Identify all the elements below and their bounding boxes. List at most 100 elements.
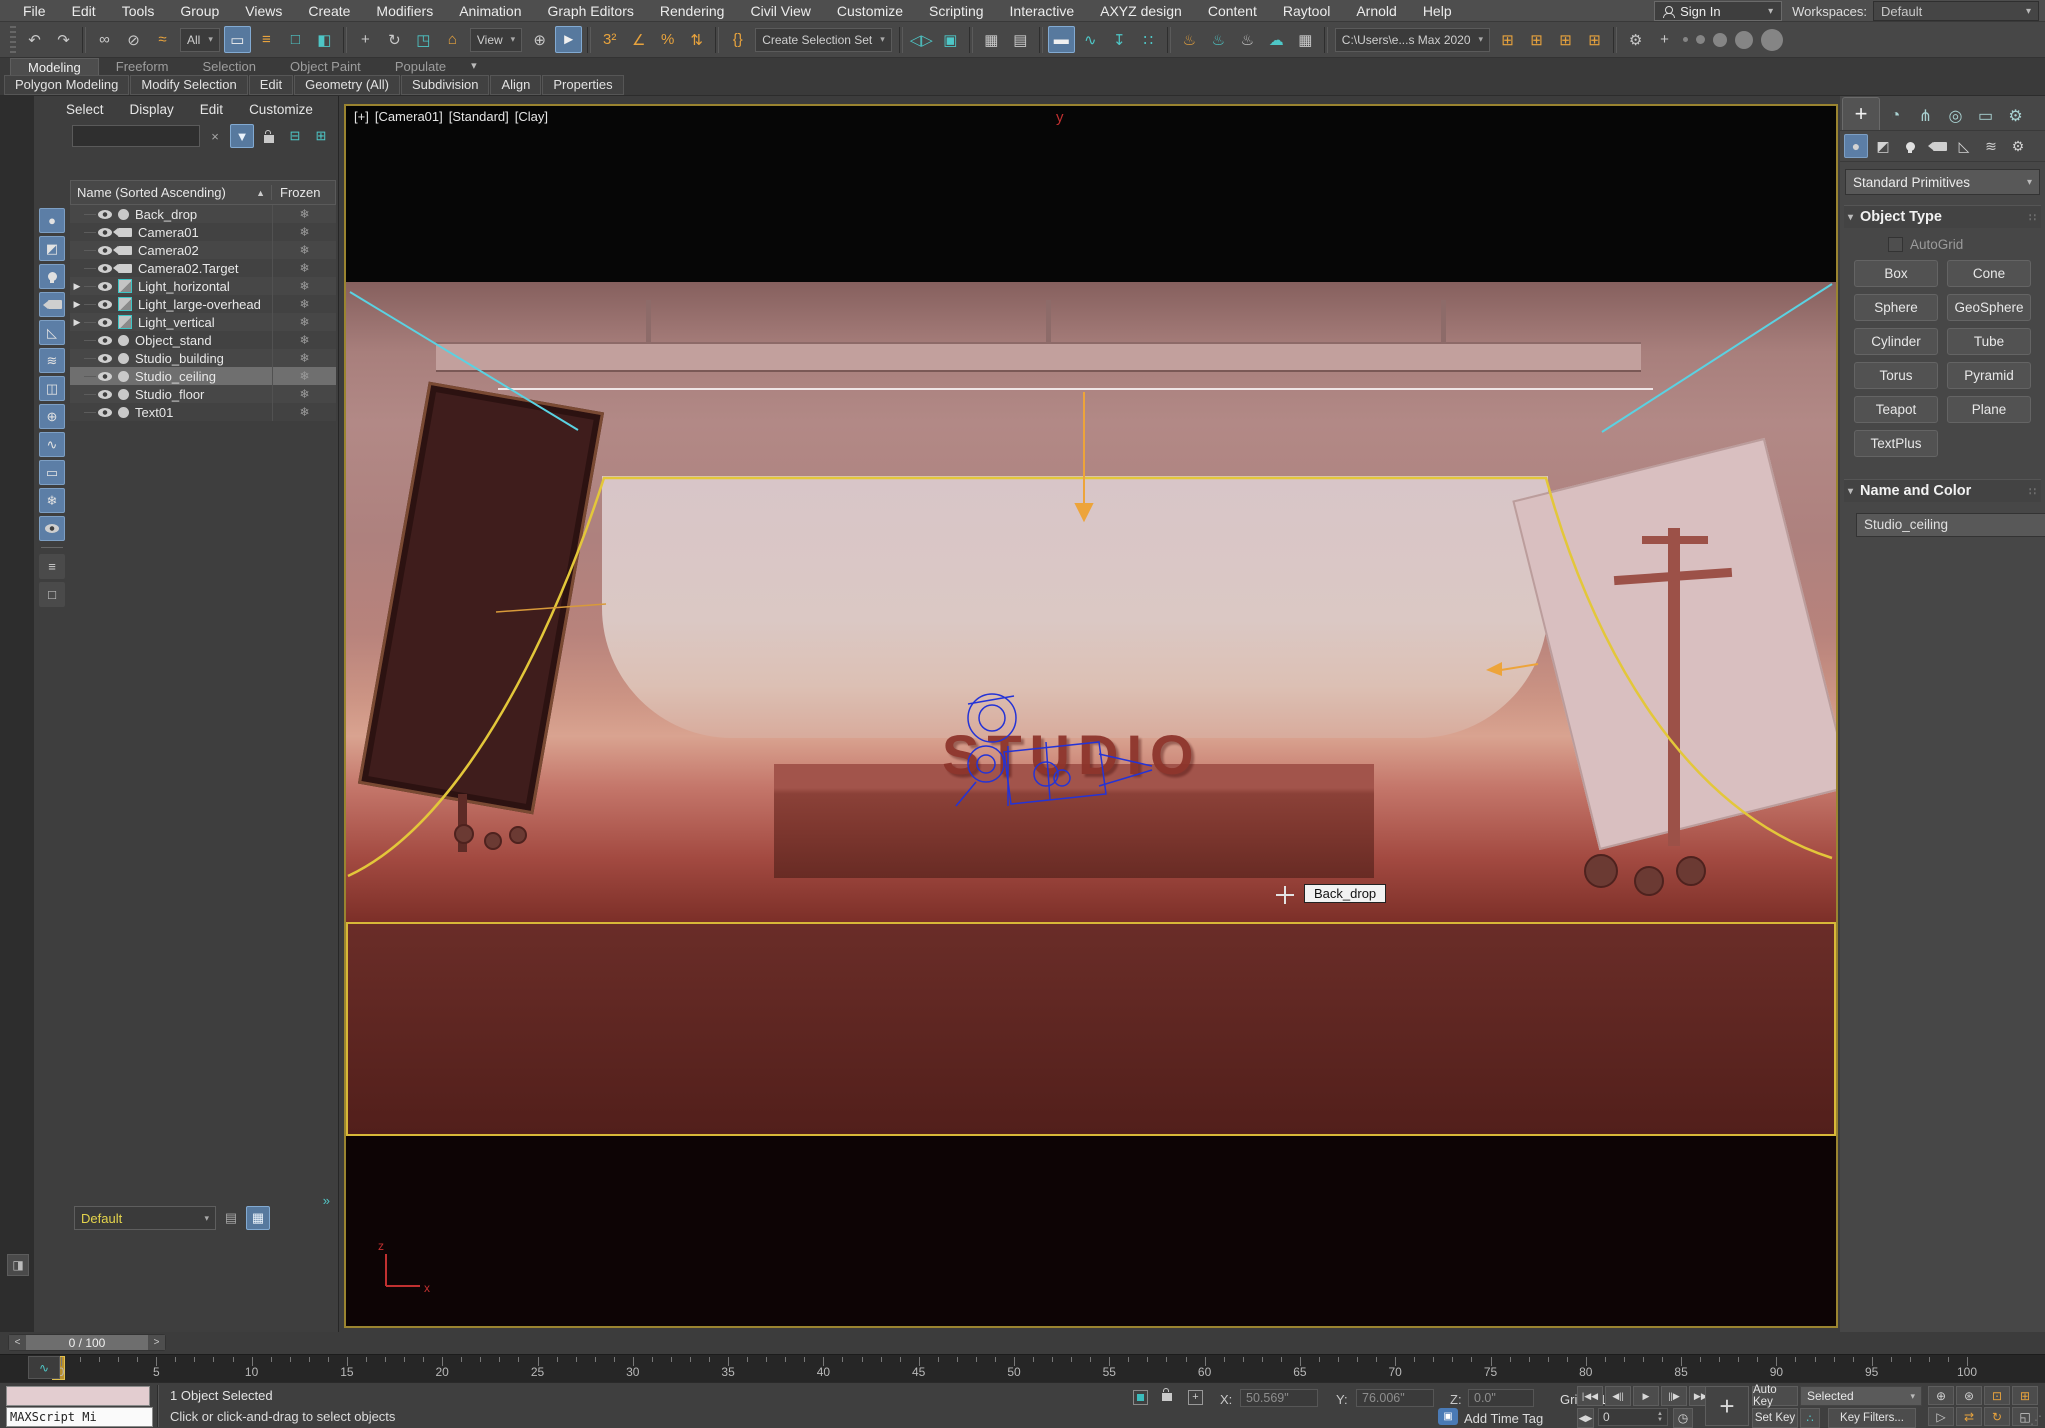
tab-utilities[interactable]: ⚙ (2001, 102, 2030, 130)
expand-arrow-icon[interactable]: ▶ (70, 299, 84, 310)
set-keys-button[interactable]: + (1705, 1386, 1749, 1426)
filter-toggle-button[interactable]: ▼ (230, 124, 254, 148)
key-filter-icon[interactable]: ∴ (1800, 1408, 1820, 1428)
brush-preset-3-icon[interactable] (1713, 33, 1727, 47)
align-icon[interactable]: ▣ (937, 26, 964, 53)
menu-create[interactable]: Create (295, 0, 363, 22)
menu-scripting[interactable]: Scripting (916, 0, 996, 22)
toolbar-drag-handle[interactable] (10, 26, 16, 54)
select-and-scale-icon[interactable]: ◳ (410, 26, 437, 53)
visibility-eye-icon[interactable] (98, 390, 112, 399)
mirror-icon[interactable]: ◁▷ (908, 26, 935, 53)
use-pivot-point-center-icon[interactable]: ⊕ (526, 26, 553, 53)
display-hidden-icon[interactable] (39, 516, 65, 541)
pan-view-icon[interactable]: ⇄ (1956, 1407, 1982, 1426)
ribbon-tab-populate[interactable]: Populate (378, 58, 463, 75)
display-containers-icon[interactable]: ▭ (39, 460, 65, 485)
unlink-selection-icon[interactable]: ⊘ (120, 26, 147, 53)
display-shapes-icon[interactable]: ◩ (39, 236, 65, 261)
mini-curve-editor-button[interactable]: ∿ (28, 1356, 60, 1379)
y-coord-field[interactable]: 76.006" (1356, 1389, 1434, 1407)
object-row-camera01[interactable]: Camera01❄ (70, 223, 336, 241)
macro-script-1-icon[interactable]: ⊞ (1494, 26, 1521, 53)
visibility-eye-icon[interactable] (98, 210, 112, 219)
menu-content[interactable]: Content (1195, 0, 1270, 22)
macro-script-3-icon[interactable]: ⊞ (1552, 26, 1579, 53)
frozen-toggle-icon[interactable]: ❄ (272, 385, 336, 403)
category-geometry-icon[interactable]: ● (1844, 134, 1868, 158)
object-row-studio_ceiling[interactable]: Studio_ceiling❄ (70, 367, 336, 385)
spinner-snap-toggle-icon[interactable]: ⇅ (683, 26, 710, 53)
display-helpers-icon[interactable]: ◺ (39, 320, 65, 345)
explorer-menu-edit[interactable]: Edit (188, 102, 235, 117)
auto-key-button[interactable]: Auto Key (1752, 1386, 1798, 1406)
toggle-ribbon-icon[interactable]: ▬ (1048, 26, 1075, 53)
viewport-menu-3[interactable]: [Clay] (515, 109, 548, 124)
toggle-layer-explorer-icon[interactable]: ▤ (1007, 26, 1034, 53)
geosphere-button[interactable]: GeoSphere (1947, 294, 2031, 321)
ribbon-button-polygon-modeling[interactable]: Polygon Modeling (4, 75, 129, 95)
expand-arrow-icon[interactable]: ▶ (70, 281, 84, 292)
brush-preset-4-icon[interactable] (1735, 31, 1753, 49)
select-by-name-icon[interactable]: ≡ (253, 26, 280, 53)
visibility-eye-icon[interactable] (98, 408, 112, 417)
current-frame-spinner[interactable]: 0 (1598, 1408, 1668, 1426)
frozen-toggle-icon[interactable]: ❄ (272, 403, 336, 421)
macro-script-4-icon[interactable]: ⊞ (1581, 26, 1608, 53)
explorer-menu-customize[interactable]: Customize (237, 102, 325, 117)
menu-file[interactable]: File (10, 0, 59, 22)
previous-frame-button[interactable]: < (9, 1335, 26, 1350)
orbit-icon[interactable]: ↻ (1984, 1407, 2010, 1426)
viewport-menu-0[interactable]: [+] (354, 109, 369, 124)
menu-civil-view[interactable]: Civil View (737, 0, 823, 22)
visibility-eye-icon[interactable] (98, 246, 112, 255)
textplus-button[interactable]: TextPlus (1854, 430, 1938, 457)
ribbon-button-subdivision[interactable]: Subdivision (401, 75, 490, 95)
select-and-place-icon[interactable]: ⌂ (439, 26, 466, 53)
menu-views[interactable]: Views (232, 0, 295, 22)
visibility-eye-icon[interactable] (98, 336, 112, 345)
collapse-tree-icon[interactable]: ⊞ (310, 125, 332, 147)
menu-help[interactable]: Help (1410, 0, 1465, 22)
cone-button[interactable]: Cone (1947, 260, 2031, 287)
next-frame-button[interactable]: > (148, 1335, 165, 1350)
object-row-camera02.target[interactable]: Camera02.Target❄ (70, 259, 336, 277)
select-and-rotate-icon[interactable]: ↻ (381, 26, 408, 53)
particle-view-icon[interactable]: ∷ (1135, 26, 1162, 53)
viewport-layout-tab-button[interactable]: ◨ (7, 1254, 29, 1276)
sphere-button[interactable]: Sphere (1854, 294, 1938, 321)
curve-editor-icon[interactable]: ∿ (1077, 26, 1104, 53)
angle-snap-toggle-icon[interactable]: ∠ (625, 26, 652, 53)
track-bar[interactable]: 0510152025303540455055606570758085909510… (0, 1354, 2045, 1383)
play-animation-button[interactable]: ▶ (1633, 1386, 1659, 1406)
frozen-column-header[interactable]: Frozen (271, 185, 335, 200)
object-row-light_horizontal[interactable]: ▶Light_horizontal❄ (70, 277, 336, 295)
next-frame-button[interactable]: ||▶ (1661, 1386, 1687, 1406)
ribbon-button-geometry-all-[interactable]: Geometry (All) (294, 75, 400, 95)
visibility-eye-icon[interactable] (98, 354, 112, 363)
object-row-light_large-overhead[interactable]: ▶Light_large-overhead❄ (70, 295, 336, 313)
tab-motion[interactable]: ◎ (1941, 102, 1970, 130)
maxscript-mini-listener[interactable]: MAXScript Mi (6, 1407, 153, 1427)
visibility-eye-icon[interactable] (98, 282, 112, 291)
table-header[interactable]: Name (Sorted Ascending) ▲ Frozen (70, 180, 336, 205)
bind-to-space-warp-icon[interactable]: ≈ (149, 26, 176, 53)
menu-axyz-design[interactable]: AXYZ design (1087, 0, 1195, 22)
viewport-menu-1[interactable]: [Camera01] (375, 109, 443, 124)
toggle-scene-explorer-icon[interactable]: ▦ (978, 26, 1005, 53)
visibility-eye-icon[interactable] (98, 372, 112, 381)
object-row-camera02[interactable]: Camera02❄ (70, 241, 336, 259)
brush-settings-icon[interactable]: ⚙ (1622, 26, 1649, 53)
add-brush-icon[interactable]: + (1651, 26, 1678, 53)
undo-icon[interactable]: ↶ (21, 26, 48, 53)
frozen-toggle-icon[interactable]: ❄ (272, 277, 336, 295)
schematic-view-icon[interactable]: ↧ (1106, 26, 1133, 53)
previous-frame-button[interactable]: ◀|| (1605, 1386, 1631, 1406)
cylinder-button[interactable]: Cylinder (1854, 328, 1938, 355)
brush-preset-5-icon[interactable] (1761, 29, 1783, 51)
zoom-icon[interactable]: ⊕ (1928, 1386, 1954, 1405)
select-and-manipulate-icon[interactable]: ► (555, 26, 582, 53)
tab-modify[interactable]: ◔ (1881, 102, 1910, 130)
display-lights-icon[interactable] (39, 264, 65, 289)
add-time-tag-button[interactable]: ▣ (1438, 1408, 1458, 1425)
